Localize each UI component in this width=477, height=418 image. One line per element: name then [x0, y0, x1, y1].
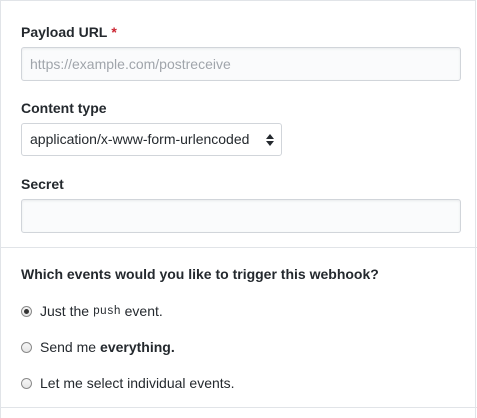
content-type-selected-value: application/x-www-form-urlencoded [30, 131, 250, 147]
radio-option-push-prefix: Just the [40, 303, 90, 319]
radio-option-push-suffix: event. [124, 303, 163, 319]
secret-label: Secret [21, 176, 64, 192]
select-updown-icon [266, 134, 274, 146]
payload-url-input[interactable] [21, 47, 461, 81]
content-type-label: Content type [21, 100, 107, 116]
content-type-select[interactable]: application/x-www-form-urlencoded [21, 123, 282, 156]
radio-button-individual[interactable] [21, 377, 32, 389]
radio-option-individual-label: Let me select individual events. [40, 375, 235, 391]
radio-option-everything-prefix: Send me [40, 339, 97, 355]
radio-option-everything[interactable]: Send me everything. [21, 338, 175, 356]
events-heading: Which events would you like to trigger t… [21, 266, 379, 282]
radio-option-push[interactable]: Just the push event. [21, 302, 163, 320]
payload-url-label: Payload URL * [21, 24, 117, 40]
bottom-divider [1, 407, 477, 408]
radio-option-individual[interactable]: Let me select individual events. [21, 374, 235, 392]
section-divider [1, 247, 477, 248]
push-code: push [93, 304, 121, 318]
radio-button-everything[interactable] [21, 341, 32, 353]
payload-url-label-text: Payload URL [21, 24, 108, 40]
secret-input[interactable] [21, 199, 461, 233]
webhook-form-panel: Payload URL* Content type application/x-… [0, 0, 477, 418]
radio-button-push[interactable] [21, 305, 32, 317]
radio-option-everything-bold: everything. [100, 339, 175, 355]
required-marker: * [111, 24, 117, 40]
